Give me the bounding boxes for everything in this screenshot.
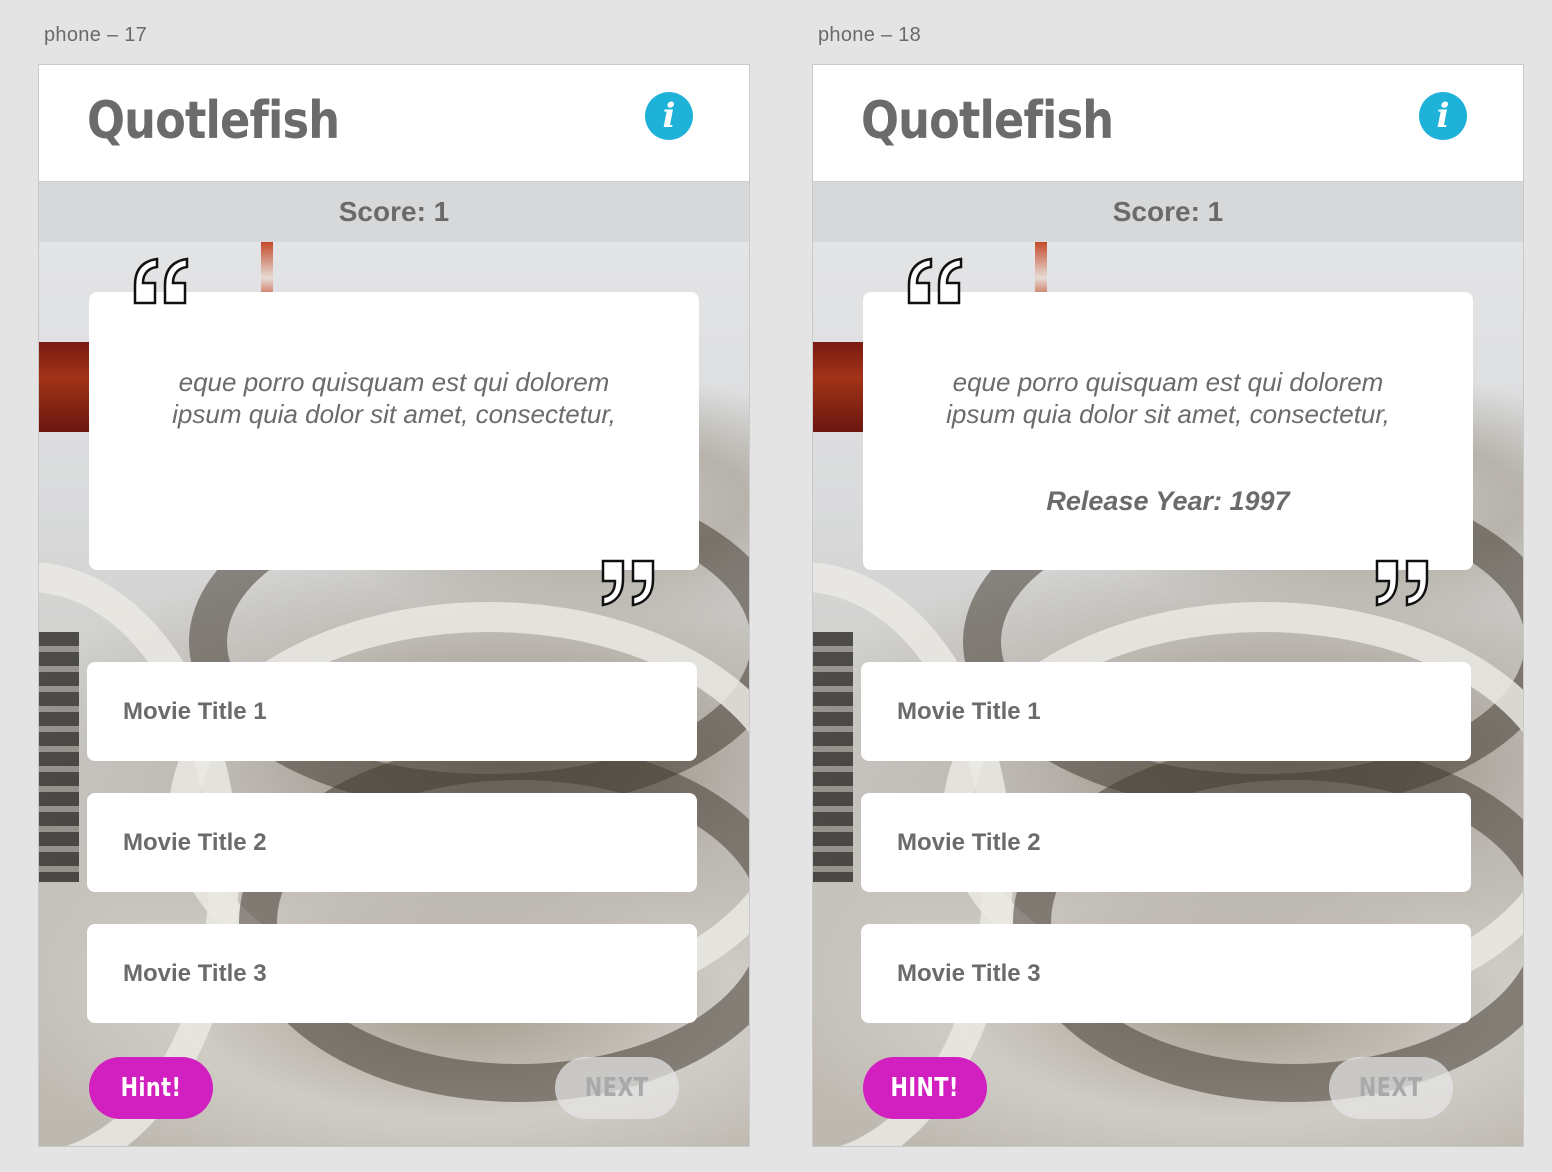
hint-button[interactable]: Hint! xyxy=(89,1057,213,1119)
next-button[interactable]: NEXT xyxy=(1329,1057,1453,1119)
answer-label: Movie Title 3 xyxy=(123,959,267,987)
score-bar: Score: 1 xyxy=(39,182,749,242)
app-title: Quotlefish xyxy=(861,91,1114,151)
answer-button-1[interactable]: Movie Title 1 xyxy=(861,662,1471,761)
app-title: Quotlefish xyxy=(87,91,340,151)
answer-label: Movie Title 3 xyxy=(897,959,1041,987)
close-quote-icon xyxy=(601,559,655,607)
close-quote-icon xyxy=(1375,559,1429,607)
artboard-label: phone – 17 xyxy=(44,24,148,46)
score-bar: Score: 1 xyxy=(813,182,1523,242)
answer-button-2[interactable]: Movie Title 2 xyxy=(861,793,1471,892)
answer-label: Movie Title 2 xyxy=(897,828,1041,856)
hint-label: Hint! xyxy=(120,1073,182,1103)
answer-label: Movie Title 1 xyxy=(897,697,1041,725)
answer-button-3[interactable]: Movie Title 3 xyxy=(861,924,1471,1023)
hint-button[interactable]: HINT! xyxy=(863,1057,987,1119)
open-quote-icon xyxy=(907,257,963,305)
next-label: NEXT xyxy=(585,1073,649,1103)
info-icon: i xyxy=(662,96,676,136)
answer-label: Movie Title 2 xyxy=(123,828,267,856)
info-button[interactable]: i xyxy=(645,92,693,140)
phone-screen: Quotlefish i Score: 1 eque porro quisqua… xyxy=(38,64,750,1147)
app-header: Quotlefish i xyxy=(813,65,1523,182)
next-label: NEXT xyxy=(1359,1073,1423,1103)
info-button[interactable]: i xyxy=(1419,92,1467,140)
quote-card: eque porro quisquam est qui dolorem ipsu… xyxy=(89,292,699,570)
answer-button-3[interactable]: Movie Title 3 xyxy=(87,924,697,1023)
quote-line: ipsum quia dolor sit amet, consectetur, xyxy=(172,399,616,429)
artboard-label: phone – 18 xyxy=(818,24,922,46)
hint-label: HINT! xyxy=(890,1073,960,1103)
answer-label: Movie Title 1 xyxy=(123,697,267,725)
open-quote-icon xyxy=(133,257,189,305)
answer-button-2[interactable]: Movie Title 2 xyxy=(87,793,697,892)
score-text: Score: 1 xyxy=(338,196,450,227)
score-text: Score: 1 xyxy=(1112,196,1224,227)
answer-button-1[interactable]: Movie Title 1 xyxy=(87,662,697,761)
quote-text: eque porro quisquam est qui dolorem ipsu… xyxy=(903,366,1433,430)
quote-text: eque porro quisquam est qui dolorem ipsu… xyxy=(129,366,659,430)
quote-card: eque porro quisquam est qui dolorem ipsu… xyxy=(863,292,1473,570)
quote-line: eque porro quisquam est qui dolorem xyxy=(952,367,1384,397)
app-header: Quotlefish i xyxy=(39,65,749,182)
quote-line: ipsum quia dolor sit amet, consectetur, xyxy=(946,399,1390,429)
quote-line: eque porro quisquam est qui dolorem xyxy=(178,367,610,397)
info-icon: i xyxy=(1436,96,1450,136)
next-button[interactable]: NEXT xyxy=(555,1057,679,1119)
release-year-hint: Release Year: 1997 xyxy=(1046,486,1290,516)
phone-screen: Quotlefish i Score: 1 eque porro quisqua… xyxy=(812,64,1524,1147)
